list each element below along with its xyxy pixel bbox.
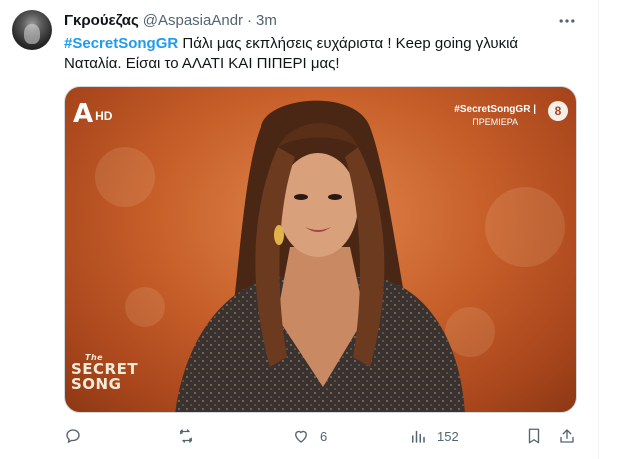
like-icon	[295, 430, 307, 443]
bookmark-icon	[528, 428, 540, 444]
age-rating-badge: 8	[548, 101, 568, 121]
tweet-media[interactable]: A HD #SecretSongGR | ΠΡΕΜΙΕΡΑ 8 The SECR…	[64, 86, 577, 413]
bookmark-button[interactable]	[525, 426, 543, 446]
timestamp[interactable]: 3m	[256, 12, 277, 29]
reply-icon	[66, 429, 80, 444]
channel-logo-letter: A	[73, 99, 94, 129]
tweet-text: #SecretSongGR Πάλι μας εκπλήσεις ευχάρισ…	[64, 34, 564, 74]
retweet-button[interactable]	[177, 426, 205, 446]
reply-button[interactable]	[64, 426, 92, 446]
hashtag-link[interactable]: #SecretSongGR	[64, 35, 178, 52]
broadcast-tag: #SecretSongGR | ΠΡΕΜΙΕΡΑ	[454, 103, 536, 129]
broadcast-hashtag: #SecretSongGR |	[454, 104, 536, 115]
timeline-border	[598, 0, 599, 459]
tweet-header: Γκρούεζας @AspasiaAndr · 3m	[64, 10, 277, 30]
channel-logo-hd: HD	[95, 109, 113, 123]
woman-figure	[175, 100, 465, 412]
show-logo: The SECRET SONG	[71, 354, 138, 392]
views-button[interactable]: 152	[409, 426, 459, 446]
like-button[interactable]: 6	[292, 426, 327, 446]
user-handle[interactable]: @AspasiaAndr	[143, 12, 243, 29]
retweet-icon	[180, 429, 192, 443]
avatar[interactable]	[12, 10, 52, 50]
views-icon	[412, 430, 425, 443]
views-count: 152	[437, 428, 459, 444]
display-name[interactable]: Γκρούεζας	[64, 12, 139, 29]
separator-dot: ·	[247, 11, 253, 29]
share-icon	[560, 429, 574, 443]
tweet-actions: 6 152	[64, 426, 578, 446]
channel-logo: A HD	[73, 101, 112, 127]
show-logo-line2: SONG	[71, 375, 122, 393]
like-count: 6	[320, 428, 328, 444]
more-icon	[559, 19, 575, 23]
more-options-button[interactable]	[556, 12, 578, 30]
share-button[interactable]	[558, 426, 576, 446]
broadcast-label: ΠΡΕΜΙΕΡΑ	[472, 117, 519, 127]
